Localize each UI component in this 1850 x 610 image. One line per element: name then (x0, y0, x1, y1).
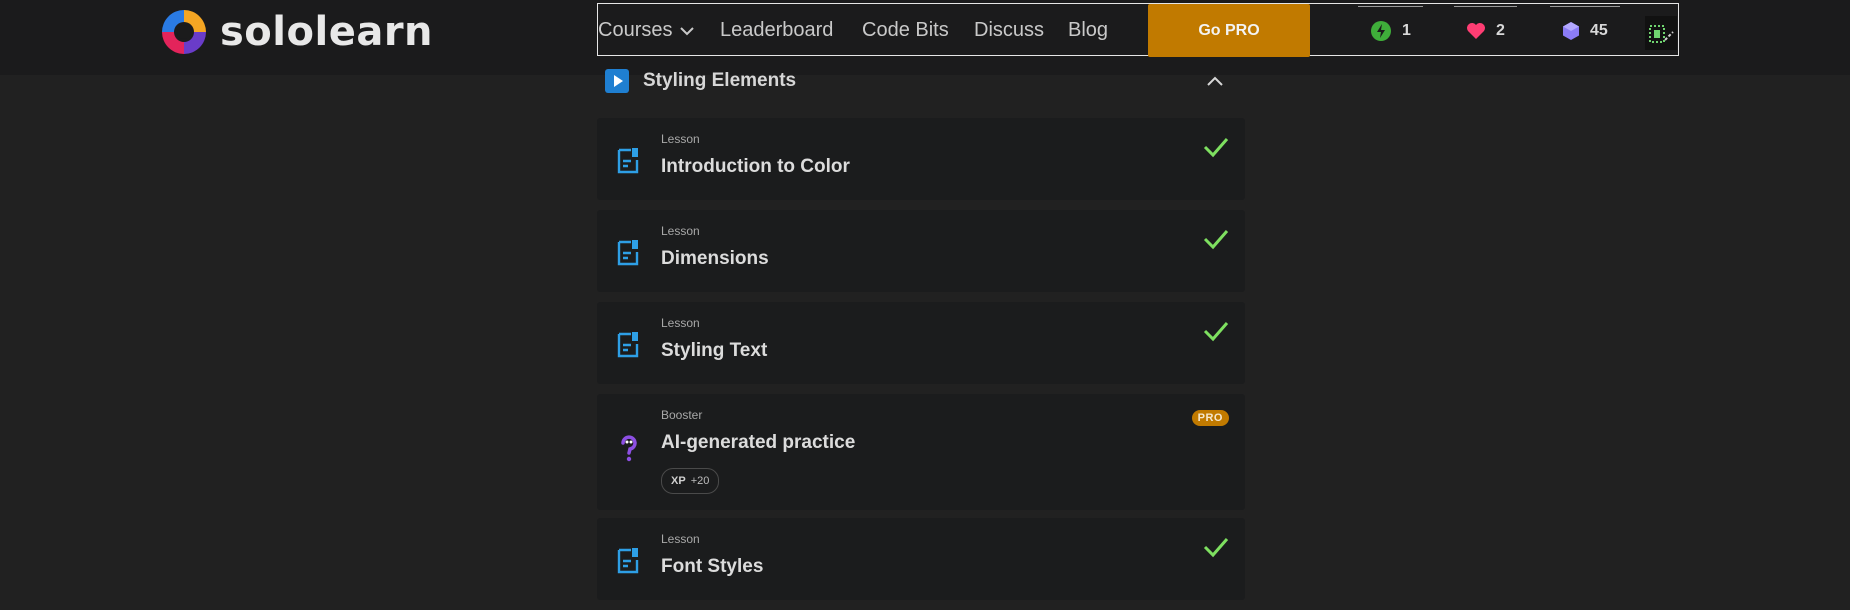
bolt-icon (1371, 20, 1391, 41)
xp-value: +20 (690, 475, 710, 487)
card-title: Introduction to Color (661, 156, 850, 177)
nav-courses-label: Courses (598, 19, 673, 41)
card-type-label: Lesson (661, 316, 700, 330)
xp-label: XP (671, 475, 686, 487)
gem-icon (1563, 21, 1579, 40)
nav-discuss[interactable]: Discuss (974, 4, 1044, 57)
nav-courses[interactable]: Courses (598, 4, 695, 57)
chevron-down-icon (680, 19, 695, 42)
card-type-label: Lesson (661, 532, 700, 546)
nav-blog[interactable]: Blog (1068, 4, 1108, 57)
nav-code-bits[interactable]: Code Bits (862, 4, 949, 57)
gems-value: 45 (1590, 21, 1608, 39)
card-title: AI-generated practice (661, 432, 856, 453)
checkmark-icon (1203, 138, 1229, 158)
lesson-document-icon (617, 148, 639, 174)
lesson-document-icon (617, 548, 639, 574)
card-type-label: Lesson (661, 224, 700, 238)
section-header[interactable]: Styling Elements (597, 60, 1245, 102)
booster-card[interactable]: Booster AI-generated practice PRO XP +20 (597, 394, 1245, 510)
checkmark-icon (1203, 538, 1229, 558)
xp-reward-pill: XP +20 (661, 468, 720, 494)
user-avatar[interactable] (1645, 16, 1677, 50)
lesson-document-icon (617, 240, 639, 266)
lesson-card[interactable]: Lesson Dimensions (597, 210, 1245, 292)
chevron-up-icon[interactable] (1203, 70, 1227, 94)
card-type-label: Lesson (661, 132, 700, 146)
sololearn-logo[interactable]: sololearn (160, 8, 433, 56)
pro-badge: PRO (1191, 410, 1229, 426)
go-pro-button[interactable]: Go PRO (1148, 4, 1310, 57)
streak-counter[interactable]: 1 (1358, 4, 1423, 57)
card-title: Font Styles (661, 556, 764, 577)
streak-value: 1 (1402, 21, 1411, 39)
hearts-value: 2 (1496, 21, 1505, 39)
section-title: Styling Elements (643, 70, 797, 91)
nav-leaderboard[interactable]: Leaderboard (720, 4, 833, 57)
card-title: Dimensions (661, 248, 769, 269)
sololearn-logo-icon (162, 10, 206, 54)
checkmark-icon (1203, 322, 1229, 342)
lesson-card[interactable]: Lesson Font Styles (597, 518, 1245, 600)
heart-icon (1467, 22, 1485, 39)
checkmark-icon (1203, 230, 1229, 250)
hearts-counter[interactable]: 2 (1454, 4, 1517, 57)
play-icon (605, 69, 629, 93)
brand-name: sololearn (220, 9, 434, 55)
card-type-label: Booster (661, 408, 703, 422)
lesson-card[interactable]: Lesson Introduction to Color (597, 118, 1245, 200)
lesson-card[interactable]: Lesson Styling Text (597, 302, 1245, 384)
main-nav: Courses Leaderboard Code Bits Discuss Bl… (597, 3, 1679, 56)
avatar-icon (1645, 16, 1677, 50)
card-title: Styling Text (661, 340, 768, 361)
gems-counter[interactable]: 45 (1550, 4, 1620, 57)
lesson-document-icon (617, 332, 639, 358)
question-mark-icon (621, 435, 637, 462)
